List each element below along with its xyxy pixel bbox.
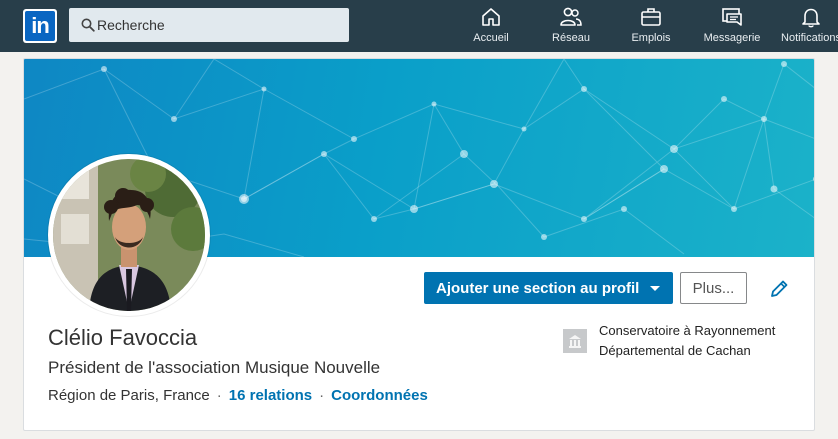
organization-name-line-1: Conservatoire à Rayonnement: [599, 323, 776, 338]
profile-headline: Président de l'association Musique Nouve…: [48, 358, 381, 377]
nav-item-notifications[interactable]: Notifications: [776, 6, 838, 50]
profile-meta-line: Région de Paris, France · 16 relations · Coo…: [48, 387, 428, 404]
nav-item-jobs[interactable]: Emplois: [626, 6, 676, 50]
nav-label-notifications: Notifications: [781, 32, 838, 44]
nav-label-jobs: Emplois: [631, 32, 671, 44]
briefcase-icon: [641, 8, 661, 26]
profile-photo-frame[interactable]: [48, 154, 210, 316]
profile-card: Ajouter une section au profil Plus... Cl…: [23, 58, 815, 431]
nav-label-home: Accueil: [473, 32, 509, 44]
home-icon: [482, 8, 500, 26]
nav-item-home[interactable]: Accueil: [466, 6, 516, 50]
person-portrait-illustration: [53, 159, 205, 311]
organization-icon: [563, 329, 587, 353]
organization-name[interactable]: Conservatoire à Rayonnement Départementa…: [599, 321, 809, 361]
profile-name: Clélio Favoccia: [48, 325, 198, 350]
organization-name-line-2: Départemental de Cachan: [599, 343, 751, 358]
linkedin-logo[interactable]: in: [23, 9, 57, 43]
separator-dot: ·: [216, 387, 222, 404]
contact-info-link[interactable]: Coordonnées: [331, 387, 428, 404]
network-icon: [560, 7, 582, 26]
relations-link[interactable]: 16 relations: [229, 387, 312, 404]
profile-location: Région de Paris, France: [48, 387, 210, 404]
nav-label-messaging: Messagerie: [703, 32, 761, 44]
pencil-edit-icon[interactable]: [768, 278, 790, 300]
nav-item-messaging[interactable]: Messagerie: [698, 6, 766, 50]
logo-text: in: [25, 11, 55, 41]
separator-dot: ·: [319, 387, 325, 404]
search-box[interactable]: [69, 8, 349, 42]
profile-photo[interactable]: [53, 159, 205, 311]
messaging-icon: [722, 8, 742, 26]
add-profile-section-button[interactable]: Ajouter une section au profil: [424, 272, 673, 304]
nav-item-network[interactable]: Réseau: [546, 6, 596, 50]
search-input[interactable]: [97, 8, 345, 42]
add-profile-section-label: Ajouter une section au profil: [436, 279, 640, 297]
bell-icon: [802, 8, 820, 28]
more-button[interactable]: Plus...: [680, 272, 747, 304]
search-icon: [81, 18, 95, 32]
nav-label-network: Réseau: [552, 32, 590, 44]
caret-down-icon: [650, 286, 660, 291]
top-navigation-bar: in Accueil Réseau Emplois: [0, 0, 838, 52]
